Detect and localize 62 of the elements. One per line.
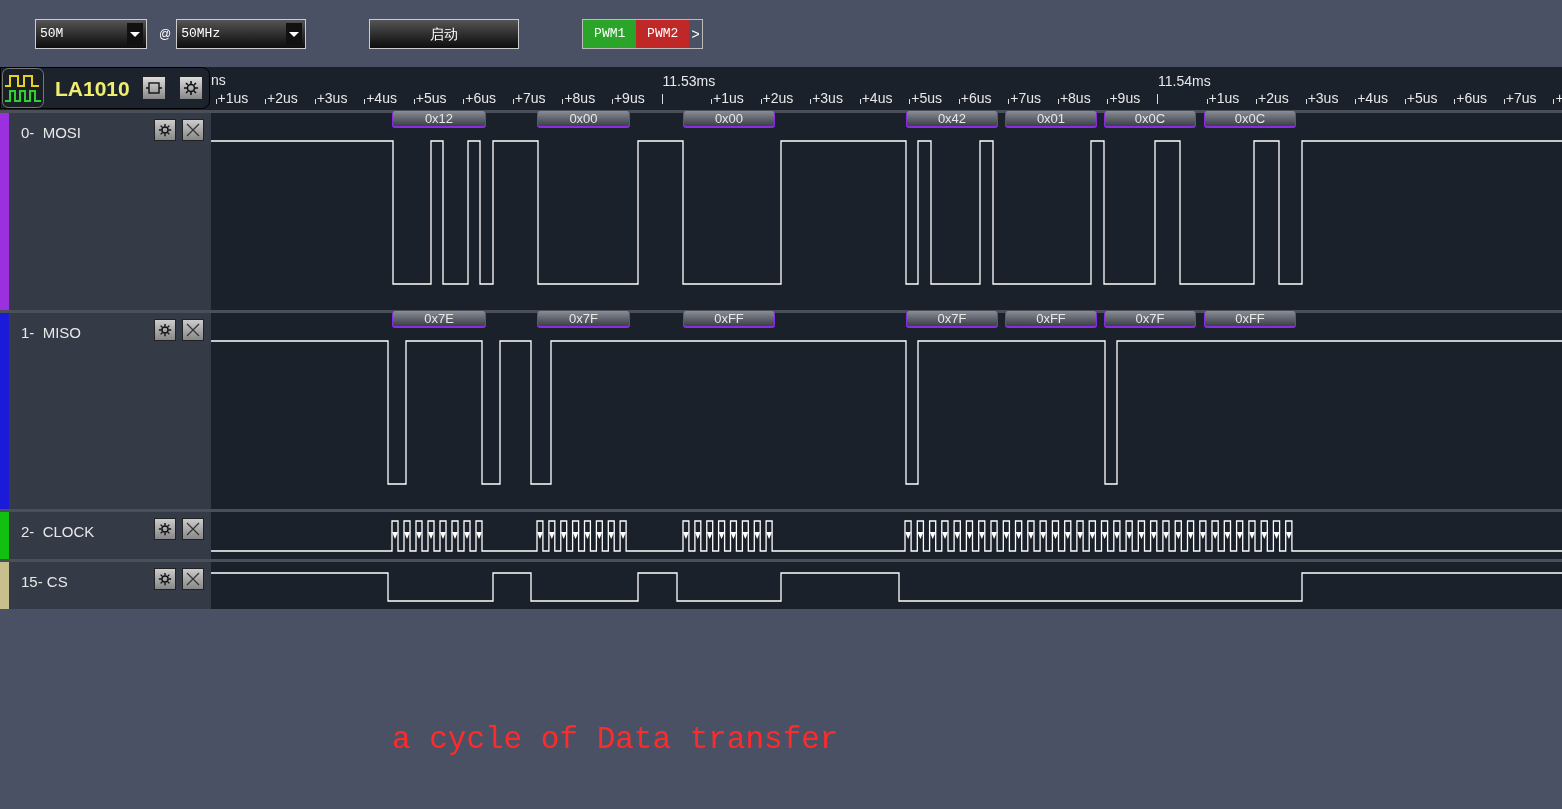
close-icon [186,522,200,537]
close-icon [186,122,200,137]
tick-label: +2us [267,91,298,105]
tick-label: +9us [613,91,645,105]
channel-label: 15- CS [21,572,68,593]
settings-icon [182,80,199,97]
settings-icon [158,322,172,337]
tick-label: +3us [812,91,843,105]
start-button[interactable]: 启动 [369,19,520,49]
settings-button[interactable] [178,76,203,101]
channel-close-button[interactable] [182,518,204,541]
channel-settings-button[interactable] [154,568,176,591]
tick-label: +1us [713,91,744,105]
settings-icon [158,572,172,587]
tick-label: +1us [1208,91,1240,105]
tick-label: +9us [1109,91,1141,105]
tick-label: 11.54ms [1158,74,1211,88]
channel-close-button[interactable] [182,568,204,591]
tick-label: +8us [1059,91,1091,105]
tick-label: +5us [911,91,942,105]
device-button[interactable] [141,76,166,101]
caption-text: a cycle of Data transfer [392,722,839,757]
pwm-tab[interactable]: PWM2 [636,20,690,48]
tick-label: +5us [1406,91,1438,105]
settings-icon [158,522,172,537]
tick-label: +3us [1307,91,1339,105]
tick-label: 11.53ms [662,74,716,88]
at-label: @ [159,26,172,43]
channel-close-button[interactable] [182,118,204,141]
close-icon [186,572,200,587]
tick-label: +5us [415,91,447,105]
device-name: LA1010 [55,75,130,102]
tick-label: +7us [1010,91,1042,105]
tick-label: +2us [1258,91,1289,105]
channel-label: 2- CLOCK [21,522,95,543]
tick-label: +4us [1357,91,1388,105]
channel-label: 0- MOSI [21,122,81,143]
caret-icon [286,23,303,45]
tick-label: +4us [861,91,893,105]
channel-label: 1- MISO [21,322,81,343]
tick-label: ns [211,73,226,87]
tick-label: +1us [217,91,249,105]
tick-label: + [1555,91,1562,105]
channel-settings-button[interactable] [154,518,176,541]
chip-icon [145,81,162,96]
channel-close-button[interactable] [182,318,204,341]
tick-label: +3us [316,91,348,105]
tick-label: +4us [366,91,397,105]
tick-label: +7us [514,91,546,105]
dropdown[interactable]: 50M [35,19,147,49]
caret-icon [127,23,143,45]
settings-icon [158,122,172,137]
channel-settings-button[interactable] [154,318,176,341]
tick-label: +6us [1456,91,1488,105]
close-icon [186,322,200,337]
tick-label: +2us [762,91,794,105]
channel-settings-button[interactable] [154,118,176,141]
tick-label: +6us [960,91,992,105]
tick-label: +8us [564,91,596,105]
dropdown[interactable]: 50MHz [176,19,307,49]
tick-label: +7us [1505,91,1537,105]
tick-label: +6us [465,91,497,105]
